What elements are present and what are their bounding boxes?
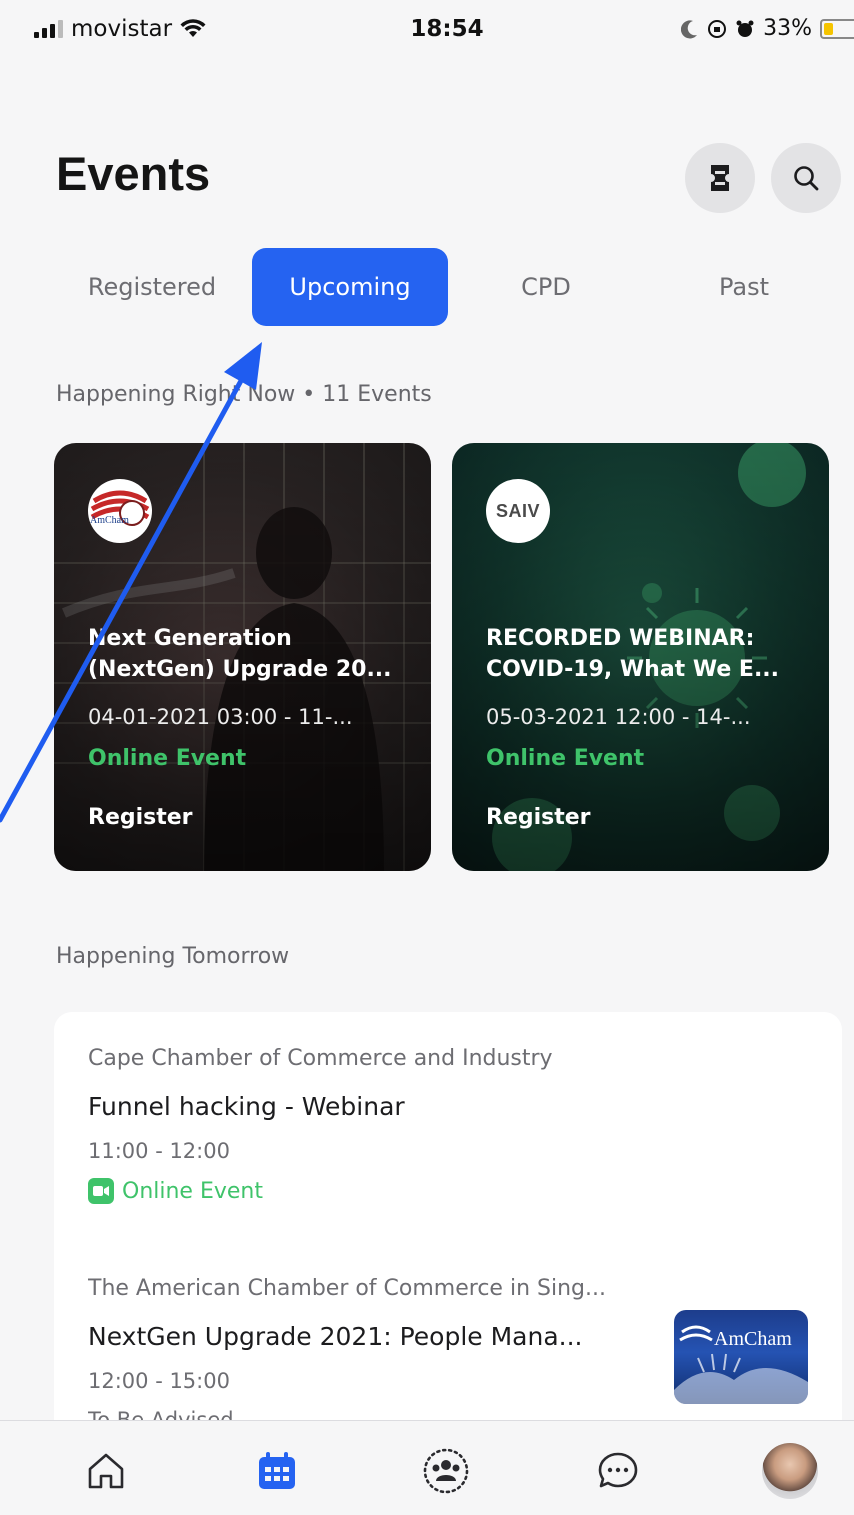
ticket-icon [711, 165, 729, 191]
battery-percent: 33% [763, 16, 812, 41]
register-button[interactable]: Register [88, 805, 193, 830]
community-icon [423, 1448, 469, 1494]
battery-icon [820, 18, 854, 39]
home-icon [88, 1453, 124, 1489]
event-title: NextGen Upgrade 2021: People Mana... [88, 1322, 583, 1351]
tomorrow-events-list: Cape Chamber of Commerce and Industry Fu… [54, 1012, 842, 1452]
status-right: 33% [681, 16, 854, 41]
organizer-logo: SAIV [486, 479, 550, 543]
event-time: 11:00 - 12:00 [88, 1139, 230, 1163]
event-time: 12:00 - 15:00 [88, 1369, 230, 1393]
search-button[interactable] [771, 143, 841, 213]
page-title: Events [56, 147, 211, 200]
alarm-icon [736, 20, 754, 37]
event-organizer: Cape Chamber of Commerce and Industry [88, 1046, 553, 1071]
event-tabs: Registered Upcoming CPD Past [54, 248, 844, 326]
tomorrow-section-label: Happening Tomorrow [56, 944, 290, 969]
tab-registered[interactable]: Registered [54, 248, 250, 326]
nav-events[interactable] [249, 1443, 305, 1499]
search-icon [794, 166, 819, 191]
now-section-label: Happening Right Now • 11 Events [56, 382, 432, 407]
chat-icon [598, 1452, 638, 1488]
event-title: RECORDED WEBINAR: COVID-19, What We E... [486, 626, 780, 682]
tab-upcoming[interactable]: Upcoming [252, 248, 448, 326]
calendar-icon [259, 1452, 295, 1489]
event-date: 04-01-2021 03:00 - 11-... [88, 705, 353, 729]
tickets-button[interactable] [685, 143, 755, 213]
event-type: Online Event [486, 746, 645, 771]
event-title: Next Generation (NextGen) Upgrade 20... [88, 626, 392, 682]
event-title: Funnel hacking - Webinar [88, 1092, 405, 1121]
event-organizer: The American Chamber of Commerce in Sing… [88, 1276, 606, 1301]
event-type: Online Event [88, 1178, 263, 1204]
tab-past[interactable]: Past [646, 248, 842, 326]
status-bar: movistar 18:54 33% [0, 0, 854, 64]
event-thumbnail: AmCham [674, 1310, 808, 1404]
event-type: Online Event [88, 746, 247, 771]
event-date: 05-03-2021 12:00 - 14-... [486, 705, 751, 729]
nav-community[interactable] [418, 1443, 474, 1499]
tab-cpd[interactable]: CPD [448, 248, 644, 326]
event-card[interactable]: AmCham Next Generation (NextGen) Upgrade… [54, 443, 431, 871]
nav-messages[interactable] [590, 1443, 646, 1499]
rotation-lock-icon [708, 19, 727, 38]
moon-icon [681, 19, 698, 38]
nav-home[interactable] [78, 1443, 134, 1499]
event-card[interactable]: SAIV RECORDED WEBINAR: COVID-19, What We… [452, 443, 829, 871]
register-button[interactable]: Register [486, 805, 591, 830]
video-icon [88, 1178, 114, 1204]
avatar[interactable] [762, 1443, 818, 1499]
bottom-nav [0, 1420, 854, 1515]
organizer-logo: AmCham [88, 479, 152, 543]
